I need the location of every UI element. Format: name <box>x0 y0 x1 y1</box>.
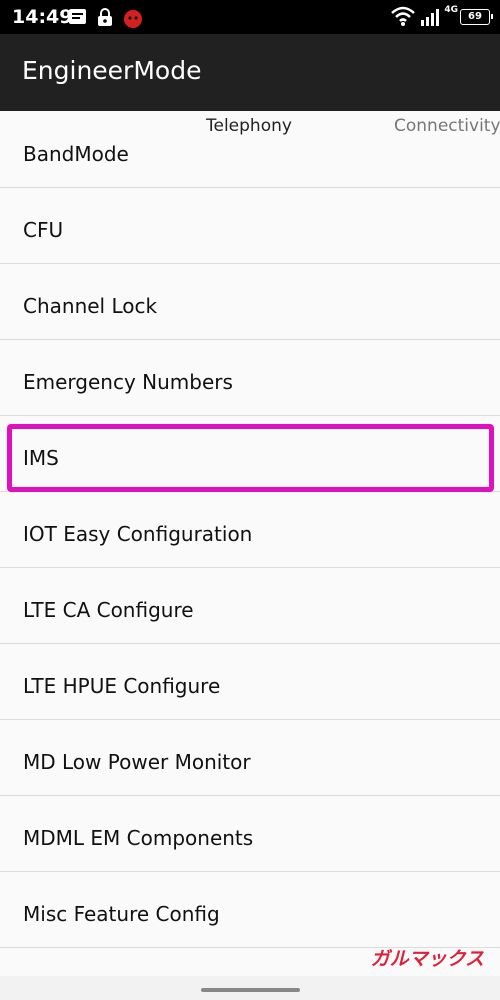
highlight-box <box>7 424 494 492</box>
app-title: EngineerMode <box>22 56 202 85</box>
list-item-label: MDML EM Components <box>23 826 254 850</box>
status-bar: 14:49 4G 69 <box>0 0 500 34</box>
watermark-logo: ガルマックス <box>370 948 484 970</box>
list-item-label: Emergency Numbers <box>23 370 233 394</box>
network-type: 4G <box>444 5 458 15</box>
app-notification-icon <box>124 10 142 28</box>
tab-connectivity[interactable]: Connectivity <box>394 116 500 136</box>
list-item-label: BandMode <box>23 142 129 166</box>
list-item-label: LTE CA Configure <box>23 598 194 622</box>
list-item-lte-hpue-configure[interactable]: LTE HPUE Configure <box>0 645 500 720</box>
tab-telephony[interactable]: Telephony <box>206 116 292 136</box>
battery-icon: 69 <box>460 9 493 25</box>
signal-icon <box>421 9 439 26</box>
gesture-nav-handle[interactable] <box>201 988 300 992</box>
battery-level: 69 <box>468 11 482 22</box>
list-item-label: MD Low Power Monitor <box>23 750 251 774</box>
list-item-channel-lock[interactable]: Channel Lock <box>0 265 500 340</box>
app-bar: EngineerMode <box>0 34 500 111</box>
lock-icon <box>98 8 112 26</box>
list-item-lte-ca-configure[interactable]: LTE CA Configure <box>0 569 500 644</box>
list-item-mdml-em-components[interactable]: MDML EM Components <box>0 797 500 872</box>
list-item-emergency-numbers[interactable]: Emergency Numbers <box>0 341 500 416</box>
list-item-cfu[interactable]: CFU <box>0 189 500 264</box>
list-item-misc-feature-config[interactable]: Misc Feature Config <box>0 873 500 948</box>
wifi-icon <box>391 6 415 26</box>
status-time: 14:49 <box>12 6 73 28</box>
list-item-label: IOT Easy Configuration <box>23 522 253 546</box>
list-item-md-low-power-monitor[interactable]: MD Low Power Monitor <box>0 721 500 796</box>
message-icon <box>69 9 86 24</box>
list-item-label: CFU <box>23 218 64 242</box>
list-item-iot-easy-configuration[interactable]: IOT Easy Configuration <box>0 493 500 568</box>
list-item-label: Misc Feature Config <box>23 902 220 926</box>
list-item-label: LTE HPUE Configure <box>23 674 221 698</box>
list-item-label: Channel Lock <box>23 294 158 318</box>
